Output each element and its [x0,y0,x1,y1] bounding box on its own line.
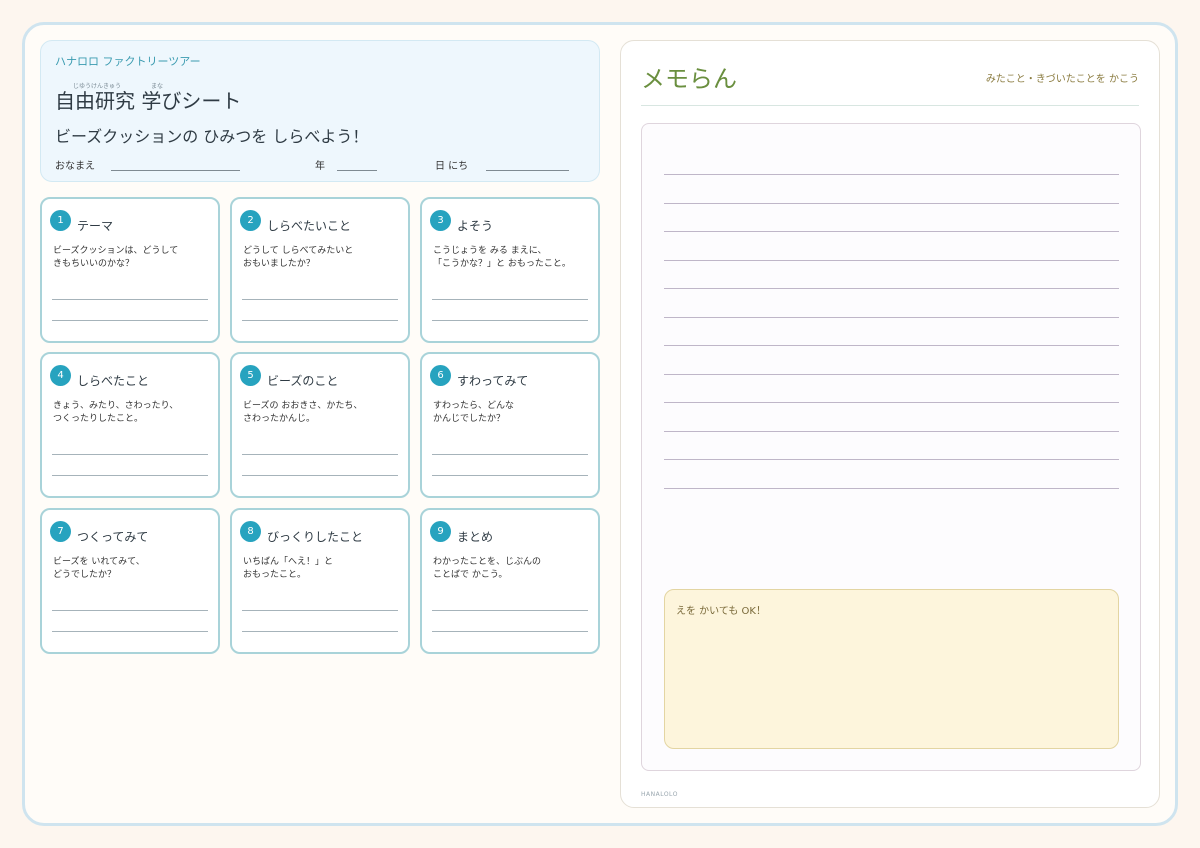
memo-line [664,488,1119,489]
card-description: きょう、みたり、さわったり、 つくったりしたこと。 [53,401,179,424]
memo-line [664,402,1119,403]
card-number-badge: 9 [430,521,451,542]
card-prediction: 3 よそう こうじょうを みる まえに、 「こうかな？」と おもったこと。 [420,197,600,343]
card-number-badge: 4 [50,365,71,386]
card-number-badge: 5 [240,365,261,386]
card-number-badge: 2 [240,210,261,231]
memo-line [664,459,1119,460]
card-title: まとめ [457,530,494,544]
memo-line [664,174,1119,175]
writing-line[interactable] [432,631,588,632]
card-number-badge: 6 [430,365,451,386]
card-number-badge: 3 [430,210,451,231]
footer-brand: HANALOLO [641,791,678,798]
card-description: ビーズの おおきさ、かたち、 さわったかんじ。 [243,401,363,424]
writing-line[interactable] [52,299,208,300]
name-label: おなまえ [55,161,95,172]
drawing-box-label: えを かいても OK！ [676,606,766,617]
card-research-goal: 2 しらべたいこと どうして しらべてみたいと おもいましたか？ [230,197,410,343]
writing-line[interactable] [242,454,398,455]
writing-line[interactable] [242,475,398,476]
writing-line[interactable] [52,610,208,611]
card-number-badge: 8 [240,521,261,542]
card-title: ビーズのこと [267,374,339,388]
writing-line[interactable] [52,631,208,632]
card-number-badge: 1 [50,210,71,231]
writing-line[interactable] [432,320,588,321]
writing-line[interactable] [52,475,208,476]
writing-line[interactable] [52,320,208,321]
card-making: 7 つくってみて ビーズを いれてみて、 どうでしたか？ [40,508,220,654]
card-sitting: 6 すわってみて すわったら、どんな かんじでしたか？ [420,352,600,498]
grade-field[interactable] [337,170,377,171]
date-label: 日 にち [435,161,469,172]
card-description: すわったら、どんな かんじでしたか？ [433,401,515,424]
writing-line[interactable] [52,454,208,455]
card-description: ビーズクッションは、どうして きもちいいのかな？ [53,246,179,269]
brand-label: ハナロロ ファクトリーツアー [55,55,201,68]
memo-line [664,374,1119,375]
date-field[interactable] [486,170,569,171]
drawing-box[interactable]: えを かいても OK！ [664,589,1119,749]
card-title: つくってみて [77,530,149,544]
writing-line[interactable] [242,631,398,632]
writing-line[interactable] [242,320,398,321]
card-title: しらべたいこと [267,219,352,233]
grade-label: 年 [315,161,325,172]
writing-line[interactable] [432,299,588,300]
memo-writing-area[interactable]: えを かいても OK！ [641,123,1141,771]
card-summary: 9 まとめ わかったことを、じぶんの ことばで かこう。 [420,508,600,654]
memo-panel: メモらん みたこと・きづいたことを かこう えを かいても OK！ HANALO… [620,40,1160,808]
sheet-subtitle: ビーズクッションの ひみつを しらべよう！ [55,127,369,146]
card-description: こうじょうを みる まえに、 「こうかな？」と おもったこと。 [433,246,571,269]
memo-divider [641,105,1139,106]
memo-line [664,431,1119,432]
memo-title: メモらん [641,65,737,93]
sheet-header: ハナロロ ファクトリーツアー じゆうけんきゅう まな 自由研究 学びシート ビー… [40,40,600,182]
card-description: わかったことを、じぶんの ことばで かこう。 [433,557,542,580]
card-title: すわってみて [457,374,529,388]
card-surprise: 8 びっくりしたこと いちばん「へえ！」と おもったこと。 [230,508,410,654]
memo-line [664,260,1119,261]
writing-line[interactable] [432,475,588,476]
memo-line [664,345,1119,346]
card-title: びっくりしたこと [267,530,364,544]
sheet-title: 自由研究 学びシート [55,89,242,113]
card-title: テーマ [77,219,114,233]
writing-line[interactable] [242,299,398,300]
card-description: ビーズを いれてみて、 どうでしたか？ [53,557,145,580]
card-description: どうして しらべてみたいと おもいましたか？ [243,246,354,269]
writing-line[interactable] [432,610,588,611]
memo-line [664,203,1119,204]
card-beads: 5 ビーズのこと ビーズの おおきさ、かたち、 さわったかんじ。 [230,352,410,498]
memo-instruction: みたこと・きづいたことを かこう [985,74,1139,85]
writing-line[interactable] [432,454,588,455]
memo-line [664,231,1119,232]
card-theme: 1 テーマ ビーズクッションは、どうして きもちいいのかな？ [40,197,220,343]
name-field[interactable] [111,170,240,171]
card-findings: 4 しらべたこと きょう、みたり、さわったり、 つくったりしたこと。 [40,352,220,498]
card-title: よそう [457,219,494,233]
card-number-badge: 7 [50,521,71,542]
memo-line [664,288,1119,289]
writing-line[interactable] [242,610,398,611]
memo-line [664,317,1119,318]
card-description: いちばん「へえ！」と おもったこと。 [243,557,334,580]
card-title: しらべたこと [77,374,150,388]
